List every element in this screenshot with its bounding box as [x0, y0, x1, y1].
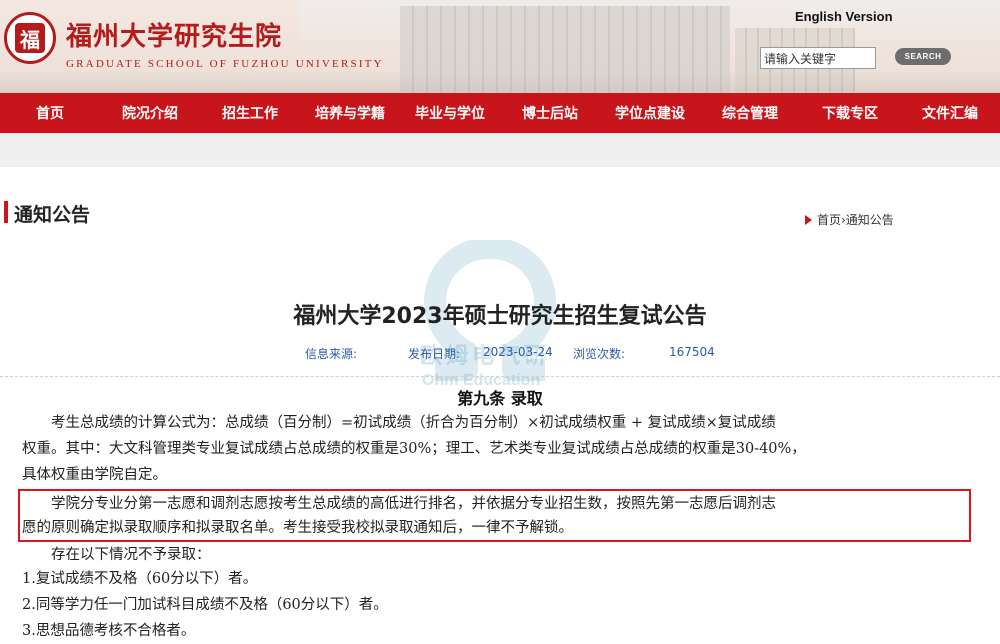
search-input[interactable] — [760, 47, 876, 69]
paragraph-line: 考生总成绩的计算公式为：总成绩（百分制）=初试成绩（折合为百分制）×初试成绩权重… — [22, 415, 776, 431]
breadcrumb-text[interactable]: 首页›通知公告 — [817, 211, 894, 228]
logo-chinese[interactable]: 福州大学研究生院 — [66, 16, 282, 53]
list-item: 1.复试成绩不及格（60分以下）者。 — [22, 571, 258, 587]
article-title: 福州大学2023年硕士研究生招生复试公告 — [293, 304, 707, 329]
main-nav: 首页 院况介绍 招生工作 培养与学籍 毕业与学位 博士后站 学位点建设 综合管理… — [0, 93, 1000, 133]
university-seal-logo[interactable]: 福 — [4, 12, 56, 64]
meta-divider — [0, 376, 1000, 377]
seal-char: 福 — [15, 23, 45, 53]
english-version-link[interactable]: English Version — [795, 9, 893, 24]
header-hill — [0, 70, 1000, 93]
nav-training[interactable]: 培养与学籍 — [300, 93, 400, 133]
section-marker — [4, 201, 8, 223]
paragraph-line: 存在以下情况不予录取： — [22, 547, 211, 563]
arrow-right-icon — [805, 214, 812, 225]
logo-english: GRADUATE SCHOOL OF FUZHOU UNIVERSITY — [66, 58, 384, 70]
list-item: 2.同等学力任一门加试科目成绩不及格（60分以下）者。 — [22, 597, 388, 613]
nav-graduation[interactable]: 毕业与学位 — [400, 93, 500, 133]
meta-publish-label: 发布日期: — [408, 347, 461, 361]
nav-home[interactable]: 首页 — [0, 93, 100, 133]
clause-title: 第九条 录取 — [457, 389, 543, 408]
meta-views: 167504 — [669, 345, 715, 359]
nav-admissions[interactable]: 招生工作 — [200, 93, 300, 133]
nav-overview[interactable]: 院况介绍 — [100, 93, 200, 133]
nav-documents[interactable]: 文件汇编 — [900, 93, 1000, 133]
highlight-box — [18, 489, 971, 542]
nav-downloads[interactable]: 下载专区 — [800, 93, 900, 133]
breadcrumb: 首页›通知公告 — [805, 211, 894, 228]
meta-views-label: 浏览次数: — [573, 347, 626, 361]
paragraph-line: 具体权重由学院自定。 — [22, 467, 167, 483]
paragraph-line: 权重。其中：大文科管理类专业复试成绩占总成绩的权重是30%；理工、艺术类专业复试… — [22, 441, 806, 457]
nav-discipline[interactable]: 学位点建设 — [600, 93, 700, 133]
list-item: 3.思想品德考核不合格者。 — [22, 623, 196, 639]
meta-publish-date: 2023-03-24 — [483, 345, 553, 359]
site-header: 福 福州大学研究生院 GRADUATE SCHOOL OF FUZHOU UNI… — [0, 0, 1000, 93]
meta-source-label: 信息来源: — [305, 347, 358, 361]
nav-postdoc[interactable]: 博士后站 — [500, 93, 600, 133]
search-button[interactable]: SEARCH — [895, 48, 951, 65]
nav-management[interactable]: 综合管理 — [700, 93, 800, 133]
sub-bar — [0, 133, 1000, 167]
section-title: 通知公告 — [14, 204, 91, 226]
